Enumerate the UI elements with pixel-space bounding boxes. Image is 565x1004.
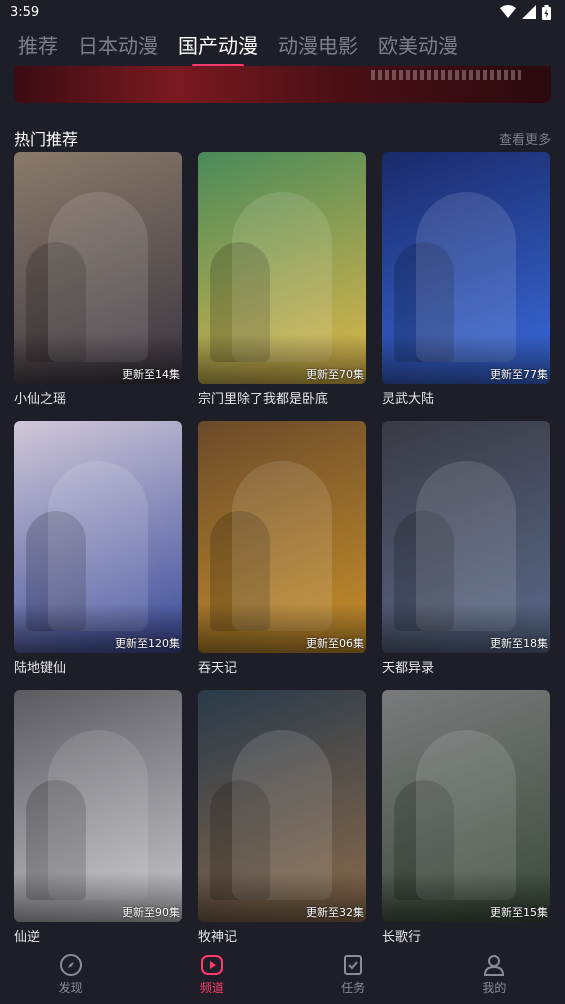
nav-label: 频道 bbox=[199, 980, 224, 995]
anime-card[interactable]: 更新至14集 小仙之瑶 bbox=[14, 152, 182, 408]
episode-badge: 更新至70集 bbox=[306, 368, 364, 381]
task-icon bbox=[344, 954, 363, 975]
tab-japanese-anime[interactable]: 日本动漫 bbox=[78, 30, 158, 59]
episode-badge: 更新至90集 bbox=[122, 906, 180, 919]
poster-image[interactable]: 更新至120集 bbox=[14, 421, 182, 653]
status-time: 3:59 bbox=[10, 4, 40, 20]
anime-card[interactable]: 更新至15集 长歌行 bbox=[382, 690, 550, 946]
card-title[interactable]: 陆地键仙 bbox=[14, 657, 182, 677]
anime-card[interactable]: 更新至18集 天都异录 bbox=[382, 421, 550, 677]
see-more-link[interactable]: 查看更多 bbox=[499, 129, 551, 148]
anime-card[interactable]: 更新至06集 吞天记 bbox=[198, 421, 366, 677]
poster-image[interactable]: 更新至70集 bbox=[198, 152, 366, 384]
compass-icon bbox=[59, 953, 82, 976]
anime-card[interactable]: 更新至77集 灵武大陆 bbox=[382, 152, 550, 408]
battery-icon bbox=[542, 4, 551, 20]
signal-icon bbox=[522, 5, 536, 19]
banner-image[interactable] bbox=[14, 66, 551, 103]
episode-badge: 更新至06集 bbox=[306, 637, 364, 650]
category-tabs: 推荐 日本动漫 国产动漫 动漫电影 欧美动漫 bbox=[0, 24, 565, 67]
section-header: 热门推荐 查看更多 bbox=[14, 126, 551, 150]
card-title[interactable]: 仙逆 bbox=[14, 926, 182, 946]
nav-profile[interactable]: 我的 bbox=[454, 953, 534, 996]
section-title: 热门推荐 bbox=[14, 130, 79, 149]
card-title[interactable]: 宗门里除了我都是卧底 bbox=[198, 388, 366, 408]
tab-western-anime[interactable]: 欧美动漫 bbox=[378, 30, 458, 59]
nav-discover[interactable]: 发现 bbox=[31, 953, 111, 996]
anime-card[interactable]: 更新至70集 宗门里除了我都是卧底 bbox=[198, 152, 366, 408]
poster-image[interactable]: 更新至90集 bbox=[14, 690, 182, 922]
nav-label: 发现 bbox=[58, 980, 83, 995]
poster-image[interactable]: 更新至32集 bbox=[198, 690, 366, 922]
anime-card[interactable]: 更新至32集 牧神记 bbox=[198, 690, 366, 946]
episode-badge: 更新至14集 bbox=[122, 368, 180, 381]
card-title[interactable]: 吞天记 bbox=[198, 657, 366, 677]
card-title[interactable]: 灵武大陆 bbox=[382, 388, 550, 408]
poster-image[interactable]: 更新至18集 bbox=[382, 421, 550, 653]
nav-channel[interactable]: 频道 bbox=[172, 953, 252, 996]
wifi-icon bbox=[500, 5, 516, 18]
status-icons bbox=[500, 4, 551, 20]
card-title[interactable]: 牧神记 bbox=[198, 926, 366, 946]
anime-grid: 更新至14集 小仙之瑶 更新至70集 宗门里除了我都是卧底 更新至77集 灵武大… bbox=[14, 152, 551, 946]
card-title[interactable]: 长歌行 bbox=[382, 926, 550, 946]
card-title[interactable]: 天都异录 bbox=[382, 657, 550, 677]
episode-badge: 更新至120集 bbox=[115, 637, 180, 650]
status-bar: 3:59 bbox=[0, 0, 565, 24]
tab-anime-movies[interactable]: 动漫电影 bbox=[278, 30, 358, 59]
poster-image[interactable]: 更新至77集 bbox=[382, 152, 550, 384]
anime-card[interactable]: 更新至90集 仙逆 bbox=[14, 690, 182, 946]
tab-chinese-anime[interactable]: 国产动漫 bbox=[178, 30, 258, 67]
poster-image[interactable]: 更新至06集 bbox=[198, 421, 366, 653]
episode-badge: 更新至15集 bbox=[490, 906, 548, 919]
poster-image[interactable]: 更新至14集 bbox=[14, 152, 182, 384]
user-icon bbox=[484, 954, 505, 976]
tab-recommend[interactable]: 推荐 bbox=[18, 30, 58, 59]
episode-badge: 更新至18集 bbox=[490, 637, 548, 650]
card-title[interactable]: 小仙之瑶 bbox=[14, 388, 182, 408]
play-icon bbox=[200, 954, 223, 975]
episode-badge: 更新至77集 bbox=[490, 368, 548, 381]
episode-badge: 更新至32集 bbox=[306, 906, 364, 919]
nav-label: 我的 bbox=[482, 980, 507, 995]
nav-label: 任务 bbox=[341, 980, 366, 995]
poster-image[interactable]: 更新至15集 bbox=[382, 690, 550, 922]
nav-tasks[interactable]: 任务 bbox=[313, 953, 393, 996]
bottom-nav: 发现 频道 任务 我的 bbox=[0, 944, 565, 1004]
anime-card[interactable]: 更新至120集 陆地键仙 bbox=[14, 421, 182, 677]
